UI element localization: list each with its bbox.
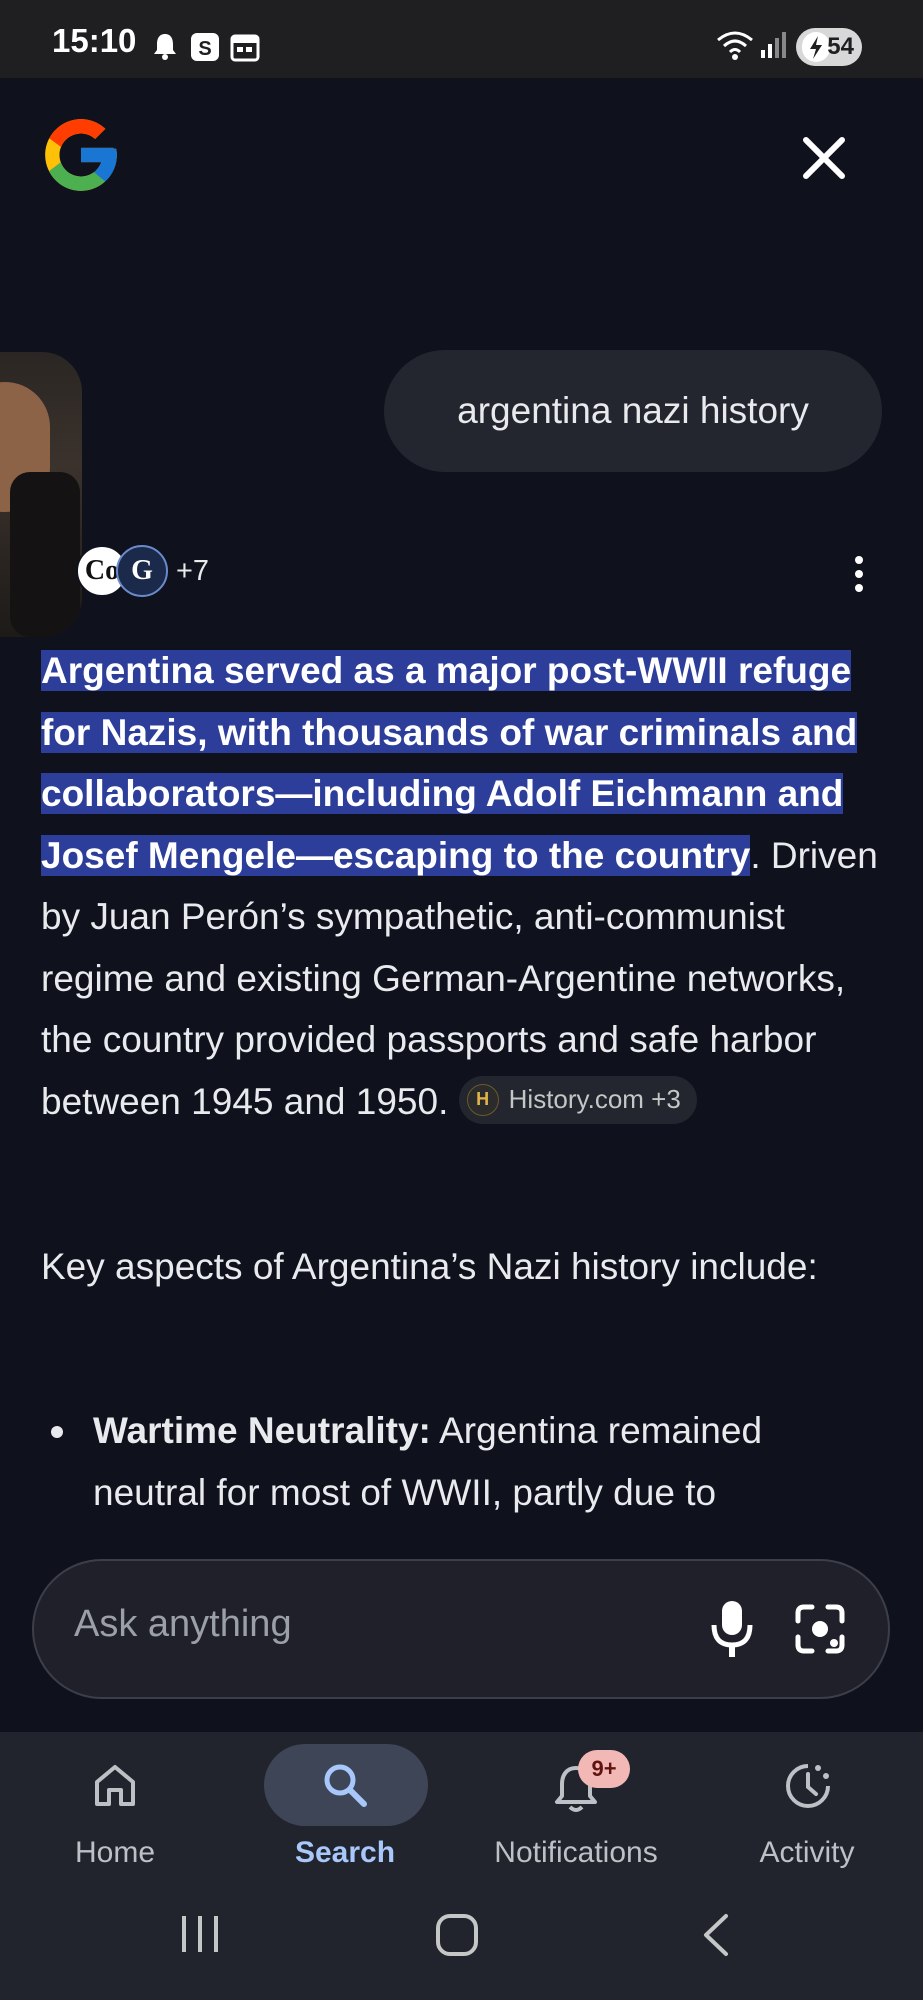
answer-highlight: Argentina served as a major post-WWII re…	[41, 650, 858, 876]
google-logo	[45, 119, 117, 191]
recents-icon[interactable]	[178, 1912, 222, 1956]
status-time: 15:10	[52, 22, 137, 59]
history-com-icon: H	[466, 1083, 499, 1116]
citation-label: History.com +3	[508, 1083, 681, 1114]
nav-search[interactable]: Search	[230, 1732, 460, 1882]
calendar-icon	[230, 34, 260, 62]
ask-input[interactable]: Ask anything	[32, 1559, 890, 1699]
nav-home[interactable]: Home	[0, 1732, 230, 1882]
home-icon	[95, 1765, 135, 1806]
bullet-dot	[51, 1426, 63, 1438]
citation-chip[interactable]: H History.com +3	[458, 1075, 697, 1124]
signal-icon	[761, 32, 786, 58]
close-icon[interactable]	[794, 128, 854, 188]
query-bubble: argentina nazi history	[384, 350, 882, 472]
battery-indicator: 54	[796, 28, 862, 66]
nav-activity[interactable]: Activity	[692, 1732, 922, 1882]
bullet-title: Wartime Neutrality:	[93, 1410, 431, 1451]
search-icon	[324, 1764, 367, 1807]
source-favicon: G	[116, 545, 168, 597]
intro-text: Key aspects of Argentina’s Nazi history …	[41, 1246, 818, 1287]
source-icons[interactable]: Co G +7	[76, 545, 209, 597]
nav-activity-label: Activity	[759, 1836, 855, 1869]
battery-charging-icon	[802, 32, 830, 62]
battery-level: 54	[827, 33, 854, 60]
query-text: argentina nazi history	[457, 390, 809, 431]
bell-icon	[154, 34, 176, 60]
ask-placeholder: Ask anything	[74, 1603, 292, 1645]
bottom-nav: Home Search Notifications 9+ Activity	[0, 1732, 923, 1882]
back-icon[interactable]	[700, 1912, 732, 1958]
camera-lens-icon[interactable]	[792, 1601, 848, 1657]
nav-notifications-label: Notifications	[494, 1836, 658, 1869]
s-app-icon: S	[191, 33, 219, 61]
ai-answer: Argentina served as a major post-WWII re…	[41, 640, 881, 1132]
notification-badge: 9+	[578, 1750, 630, 1788]
answer-text: . Driven by Juan Perón’s sympathetic, an…	[41, 834, 878, 1122]
nav-home-label: Home	[74, 1836, 156, 1869]
status-bar: 15:10 S 54	[0, 0, 923, 78]
bullet-list: Wartime Neutrality: Argentina remained n…	[41, 1400, 881, 1523]
activity-icon	[786, 1764, 830, 1808]
list-item: Wartime Neutrality: Argentina remained n…	[41, 1400, 881, 1523]
user-avatar	[0, 352, 82, 637]
mic-icon[interactable]	[710, 1599, 754, 1659]
source-count: +7	[176, 554, 210, 587]
nav-search-label: Search	[294, 1836, 396, 1869]
system-nav-bar	[0, 1882, 923, 2000]
home-button-icon[interactable]	[434, 1912, 480, 1958]
more-options-icon[interactable]	[848, 556, 870, 592]
nav-notifications[interactable]: Notifications	[461, 1732, 691, 1882]
svg-text:S: S	[198, 38, 211, 60]
wifi-icon	[717, 31, 753, 60]
